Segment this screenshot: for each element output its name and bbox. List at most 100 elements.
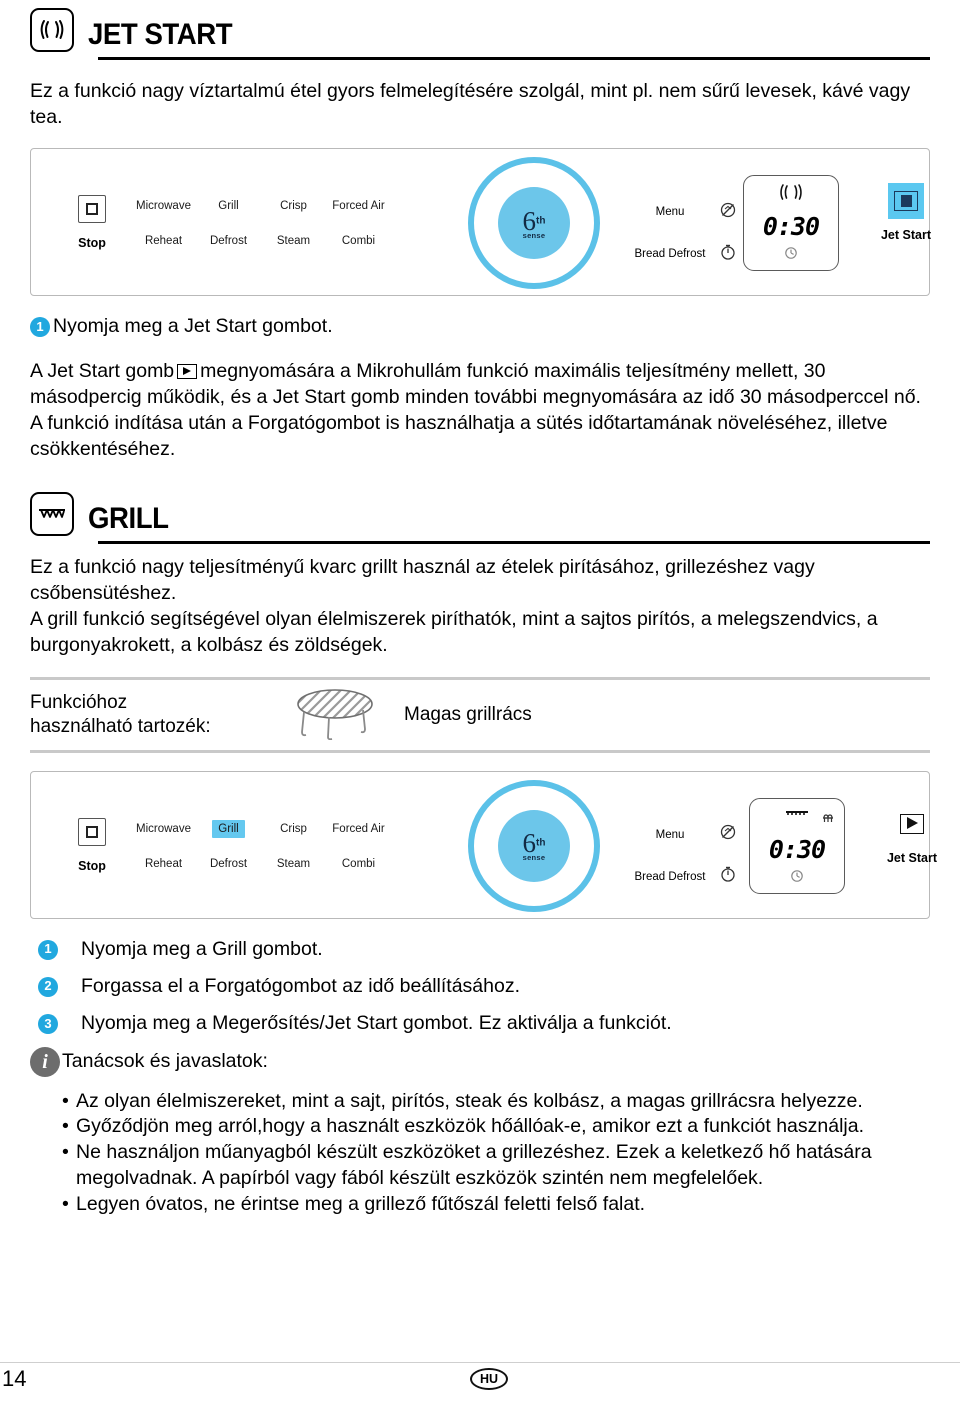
timer-icon xyxy=(715,243,741,266)
stop-button[interactable]: Stop xyxy=(67,195,117,250)
tip-item: Győződjön meg arról,hogy a használt eszk… xyxy=(60,1114,930,1140)
mode-defrost[interactable]: Defrost xyxy=(204,855,253,873)
knob-inner-disc: 6th sense xyxy=(498,809,570,882)
jet-start-button-group-grill: Jet Start xyxy=(873,806,951,865)
mode-reheat[interactable]: Reheat xyxy=(139,855,188,873)
jet-start-button[interactable] xyxy=(894,806,930,842)
tip-item: Az olyan élelmiszereket, mint a sajt, pi… xyxy=(60,1089,930,1115)
grill-indicator-icon xyxy=(821,813,835,832)
crossed-circle-icon xyxy=(715,823,741,846)
jet-start-button[interactable] xyxy=(888,183,924,220)
display-panel-grill: 0:30 xyxy=(749,797,845,894)
grill-paragraph-a: Ez a funkció nagy teljesítményű kvarc gr… xyxy=(30,556,815,605)
grill-step-3-text: Nyomja meg a Megerősítés/Jet Start gombo… xyxy=(81,1012,672,1035)
step-number-badge: 1 xyxy=(30,317,50,338)
knob-th: th xyxy=(536,837,546,849)
tip-item: Ne használjon műanyagból készült eszközö… xyxy=(60,1140,930,1191)
clock-icon xyxy=(750,869,844,888)
menu-button[interactable]: Menu xyxy=(625,197,745,227)
knob-sense: sense xyxy=(522,230,546,240)
microwave-waves-glyph xyxy=(40,20,64,39)
grill-step-1-text: Nyomja meg a Grill gombot. xyxy=(81,937,323,960)
tip-item: Legyen óvatos, ne érintse meg a grillező… xyxy=(60,1192,930,1218)
accessory-label: Funkcióhoz használható tartozék: xyxy=(30,691,280,737)
grill-step-1: 1 Nyomja meg a Grill gombot. xyxy=(38,937,930,962)
grill-element-icon xyxy=(30,492,74,537)
stop-label: Stop xyxy=(78,236,106,251)
jet-start-button-group: Jet Start xyxy=(867,183,945,242)
jet-start-title: JET START xyxy=(88,18,233,51)
crossed-circle-icon xyxy=(715,201,741,224)
play-triangle-icon xyxy=(894,191,918,212)
grill-title: GRILL xyxy=(88,502,169,536)
footer-rule xyxy=(0,1362,960,1363)
jetstart-para-a-pre: A Jet Start gomb xyxy=(30,359,175,382)
menu-label: Menu xyxy=(655,828,685,841)
menu-button-group-grill: Menu Bread Defrost xyxy=(625,820,745,892)
rotary-knob-6th-sense-grill[interactable]: 6th sense xyxy=(468,779,600,912)
info-icon: i xyxy=(30,1046,60,1077)
accessory-row: Funkcióhoz használható tartozék: Magas g… xyxy=(30,676,930,753)
play-triangle-icon xyxy=(900,813,924,834)
mode-grill[interactable]: Grill xyxy=(212,197,244,215)
control-panel-jetstart: Stop Microwave Grill Crisp Forced Air Re… xyxy=(30,148,931,297)
stop-label: Stop xyxy=(78,858,106,873)
mode-microwave[interactable]: Microwave xyxy=(130,197,197,215)
jetstart-step-1: 1 Nyomja meg a Jet Start gombot. xyxy=(30,314,930,339)
accessory-label-line2: használható tartozék: xyxy=(30,715,211,737)
mode-microwave[interactable]: Microwave xyxy=(130,820,197,838)
bread-defrost-button[interactable]: Bread Defrost xyxy=(625,862,745,892)
bread-defrost-button[interactable]: Bread Defrost xyxy=(625,239,745,269)
mode-defrost[interactable]: Defrost xyxy=(204,232,253,250)
mode-forced-air[interactable]: Forced Air xyxy=(326,197,390,215)
tips-heading-row: i Tanácsok és javaslatok: xyxy=(30,1046,930,1077)
grill-step-2: 2 Forgassa el a Forgatógombot az idő beá… xyxy=(38,974,930,999)
display-time-grill: 0:30 xyxy=(768,834,826,864)
knob-sense: sense xyxy=(522,852,546,862)
mode-grill-selected[interactable]: Grill xyxy=(212,819,245,838)
step-number-badge-3: 3 xyxy=(38,1014,58,1035)
menu-label: Menu xyxy=(655,206,685,219)
page-number: 14 xyxy=(2,1366,27,1391)
mode-forced-air[interactable]: Forced Air xyxy=(326,820,390,838)
mode-button-grid: Microwave Grill Crisp Forced Air Reheat … xyxy=(131,197,391,250)
tips-title: Tanácsok és javaslatok: xyxy=(62,1049,268,1072)
mode-combi[interactable]: Combi xyxy=(336,855,381,873)
mode-crisp[interactable]: Crisp xyxy=(274,197,313,215)
stop-icon xyxy=(78,817,106,846)
jetstart-paragraph-a: A Jet Start gomb megnyomására a Mikrohull… xyxy=(30,358,930,410)
mode-steam[interactable]: Steam xyxy=(271,855,316,873)
stop-icon xyxy=(78,195,106,224)
jet-start-intro: Ez a funkció nagy víztartalmú étel gyors… xyxy=(30,80,911,129)
jet-start-inline-icon xyxy=(177,363,198,379)
stop-button-grill[interactable]: Stop xyxy=(67,817,117,873)
microwave-waves-icon xyxy=(30,8,74,52)
mode-reheat[interactable]: Reheat xyxy=(139,232,188,250)
manual-page: JET START Ez a funkció nagy víztartalmú … xyxy=(0,0,960,1404)
jet-start-button-label: Jet Start xyxy=(880,228,932,243)
display-time-jetstart: 0:30 xyxy=(762,212,820,242)
language-badge: HU xyxy=(470,1368,508,1390)
mode-combi[interactable]: Combi xyxy=(336,232,381,250)
grill-step-2-text: Forgassa el a Forgatógombot az idő beáll… xyxy=(81,974,521,997)
rotary-knob-6th-sense[interactable]: 6th sense xyxy=(468,157,600,290)
high-grill-rack-illustration xyxy=(280,684,390,745)
display-panel-jetstart: 0:30 xyxy=(743,175,839,272)
accessory-name: Magas grillrács xyxy=(404,703,532,725)
jet-start-button-label: Jet Start xyxy=(886,850,938,865)
page-footer: 14 HU xyxy=(0,1362,960,1396)
jet-start-section-header: JET START xyxy=(30,8,930,52)
control-panel-grill: Stop Microwave Grill Crisp Forced Air Re… xyxy=(30,770,937,919)
timer-icon xyxy=(715,865,741,888)
mode-steam[interactable]: Steam xyxy=(271,232,316,250)
jetstart-paragraph-b: A funkció indítása után a Forgatógombot … xyxy=(30,411,888,460)
menu-button[interactable]: Menu xyxy=(625,820,745,850)
bread-defrost-label: Bread Defrost xyxy=(634,248,706,261)
jetstart-step-1-text: Nyomja meg a Jet Start gombot. xyxy=(53,315,333,338)
bread-defrost-label: Bread Defrost xyxy=(634,870,706,883)
grill-paragraph-b: A grill funkció segítségével olyan élelm… xyxy=(30,608,878,657)
accessory-label-line1: Funkcióhoz xyxy=(30,692,128,714)
knob-th: th xyxy=(536,215,546,227)
grill-step-3: 3 Nyomja meg a Megerősítés/Jet Start gom… xyxy=(38,1011,930,1036)
mode-crisp[interactable]: Crisp xyxy=(274,820,313,838)
